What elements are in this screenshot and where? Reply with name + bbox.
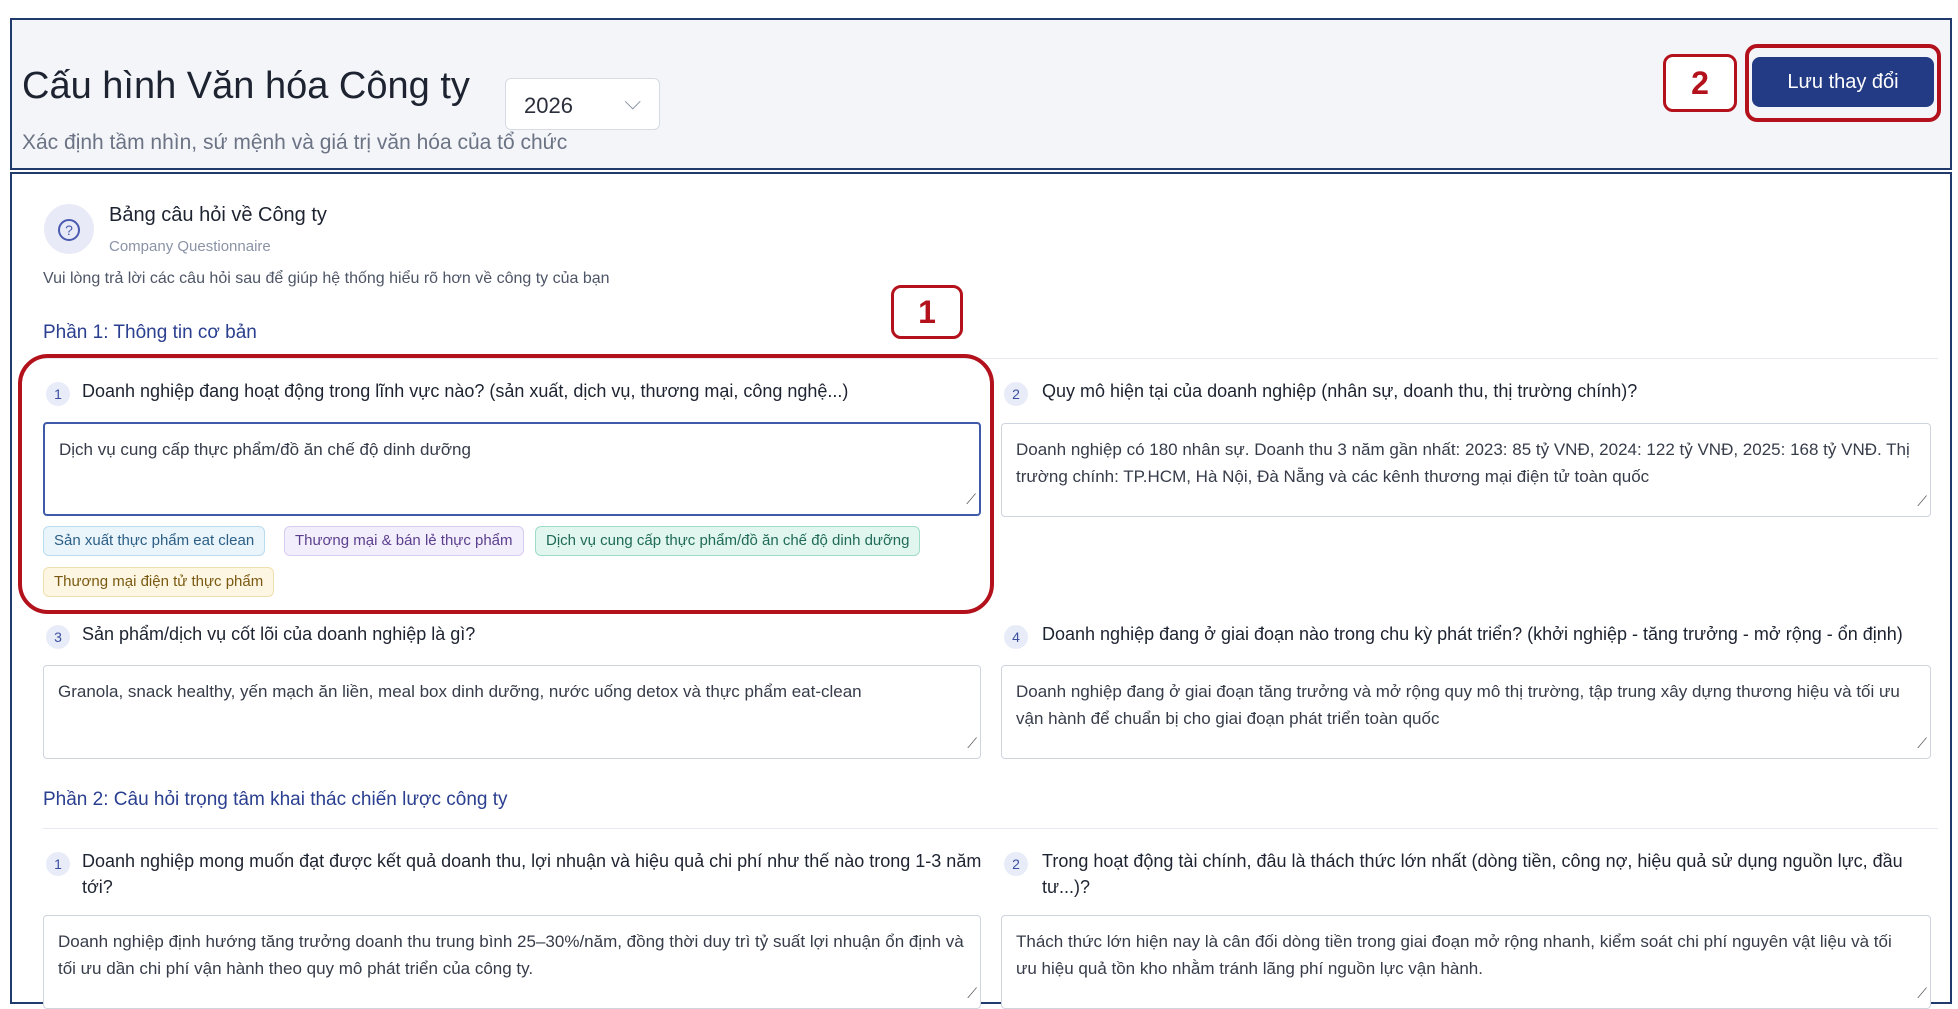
resize-handle-icon[interactable]: ⟋ — [966, 486, 976, 513]
answer-text: Granola, snack healthy, yến mạch ăn liền… — [58, 682, 862, 701]
answer-text: Doanh nghiệp có 180 nhân sự. Doanh thu 3… — [1016, 440, 1837, 459]
answer-field[interactable]: Thách thức lớn hiện nay là cân đối dòng … — [1001, 915, 1931, 1009]
section-divider — [43, 358, 1938, 359]
question-text: Sản phẩm/dịch vụ cốt lõi của doanh nghiệ… — [82, 624, 476, 644]
question-number: 1 — [46, 382, 70, 406]
question-text: Doanh nghiệp mong muốn đạt được kết quả … — [82, 851, 982, 897]
questionnaire-card: ? Bảng câu hỏi về Công ty Company Questi… — [10, 172, 1952, 1009]
question-number: 4 — [1004, 625, 1028, 649]
card-description: Vui lòng trả lời các câu hỏi sau để giúp… — [43, 270, 610, 287]
page-subtitle: Xác định tầm nhìn, sứ mệnh và giá trị vă… — [22, 131, 568, 154]
answer-field[interactable]: Doanh nghiệp định hướng tăng trưởng doan… — [43, 915, 981, 1009]
question-text: Doanh nghiệp đang ở giai đoạn nào trong … — [1042, 624, 1903, 644]
question-text: Quy mô hiện tại của doanh nghiệp (nhân s… — [1042, 381, 1638, 401]
resize-handle-icon[interactable]: ⟋ — [967, 980, 977, 1007]
section-2-title: Phần 2: Câu hỏi trọng tâm khai thác chiế… — [43, 789, 508, 810]
card-title: Bảng câu hỏi về Công ty — [109, 204, 327, 226]
resize-handle-icon[interactable]: ⟋ — [967, 730, 977, 757]
page-header: Cấu hình Văn hóa Công ty 2026 ⌵ Xác định… — [10, 18, 1952, 170]
year-select[interactable]: 2026 ⌵ — [505, 78, 660, 130]
answer-text: Dịch vụ cung cấp thực phẩm/đồ ăn chế độ … — [59, 440, 471, 459]
suggestion-chip[interactable]: Dịch vụ cung cấp thực phẩm/đồ ăn chế độ … — [535, 526, 921, 556]
suggestion-chip[interactable]: Thương mại & bán lẻ thực phẩm — [284, 526, 524, 556]
annotation-marker-2: 2 — [1663, 54, 1737, 112]
answer-text: Doanh nghiệp đang ở giai đoạn tăng trưởn… — [1016, 682, 1900, 728]
question-circle-icon: ? — [44, 204, 94, 254]
resize-handle-icon[interactable]: ⟋ — [1917, 488, 1927, 515]
section-1-title: Phần 1: Thông tin cơ bản — [43, 322, 257, 343]
answer-field[interactable]: Doanh nghiệp đang ở giai đoạn tăng trưởn… — [1001, 665, 1931, 759]
question-number: 3 — [46, 625, 70, 649]
chevron-down-icon: ⌵ — [624, 89, 641, 114]
answer-field[interactable]: Dịch vụ cung cấp thực phẩm/đồ ăn chế độ … — [43, 422, 981, 516]
answer-text: Thách thức lớn hiện nay là cân đối dòng … — [1016, 932, 1892, 978]
question-number: 1 — [46, 852, 70, 876]
suggestion-chip[interactable]: Sản xuất thực phẩm eat clean — [43, 526, 266, 556]
suggestion-chip[interactable]: Thương mại điện tử thực phẩm — [43, 567, 275, 597]
section-divider — [43, 828, 1938, 829]
annotation-marker-1: 1 — [891, 285, 963, 339]
question-text: Doanh nghiệp đang hoạt động trong lĩnh v… — [82, 381, 849, 401]
question-number: 2 — [1004, 852, 1028, 876]
save-button[interactable]: Lưu thay đổi — [1752, 57, 1934, 107]
resize-handle-icon[interactable]: ⟋ — [1917, 730, 1927, 757]
answer-text: Doanh nghiệp định hướng tăng trưởng doan… — [58, 932, 964, 978]
resize-handle-icon[interactable]: ⟋ — [1917, 980, 1927, 1007]
year-select-value: 2026 — [524, 93, 573, 118]
card-subtitle: Company Questionnaire — [109, 238, 271, 255]
question-text: Trong hoạt động tài chính, đâu là thách … — [1042, 851, 1903, 897]
question-number: 2 — [1004, 382, 1028, 406]
answer-field[interactable]: Granola, snack healthy, yến mạch ăn liền… — [43, 665, 981, 759]
page-title: Cấu hình Văn hóa Công ty — [22, 65, 470, 107]
answer-field[interactable]: Doanh nghiệp có 180 nhân sự. Doanh thu 3… — [1001, 423, 1931, 517]
